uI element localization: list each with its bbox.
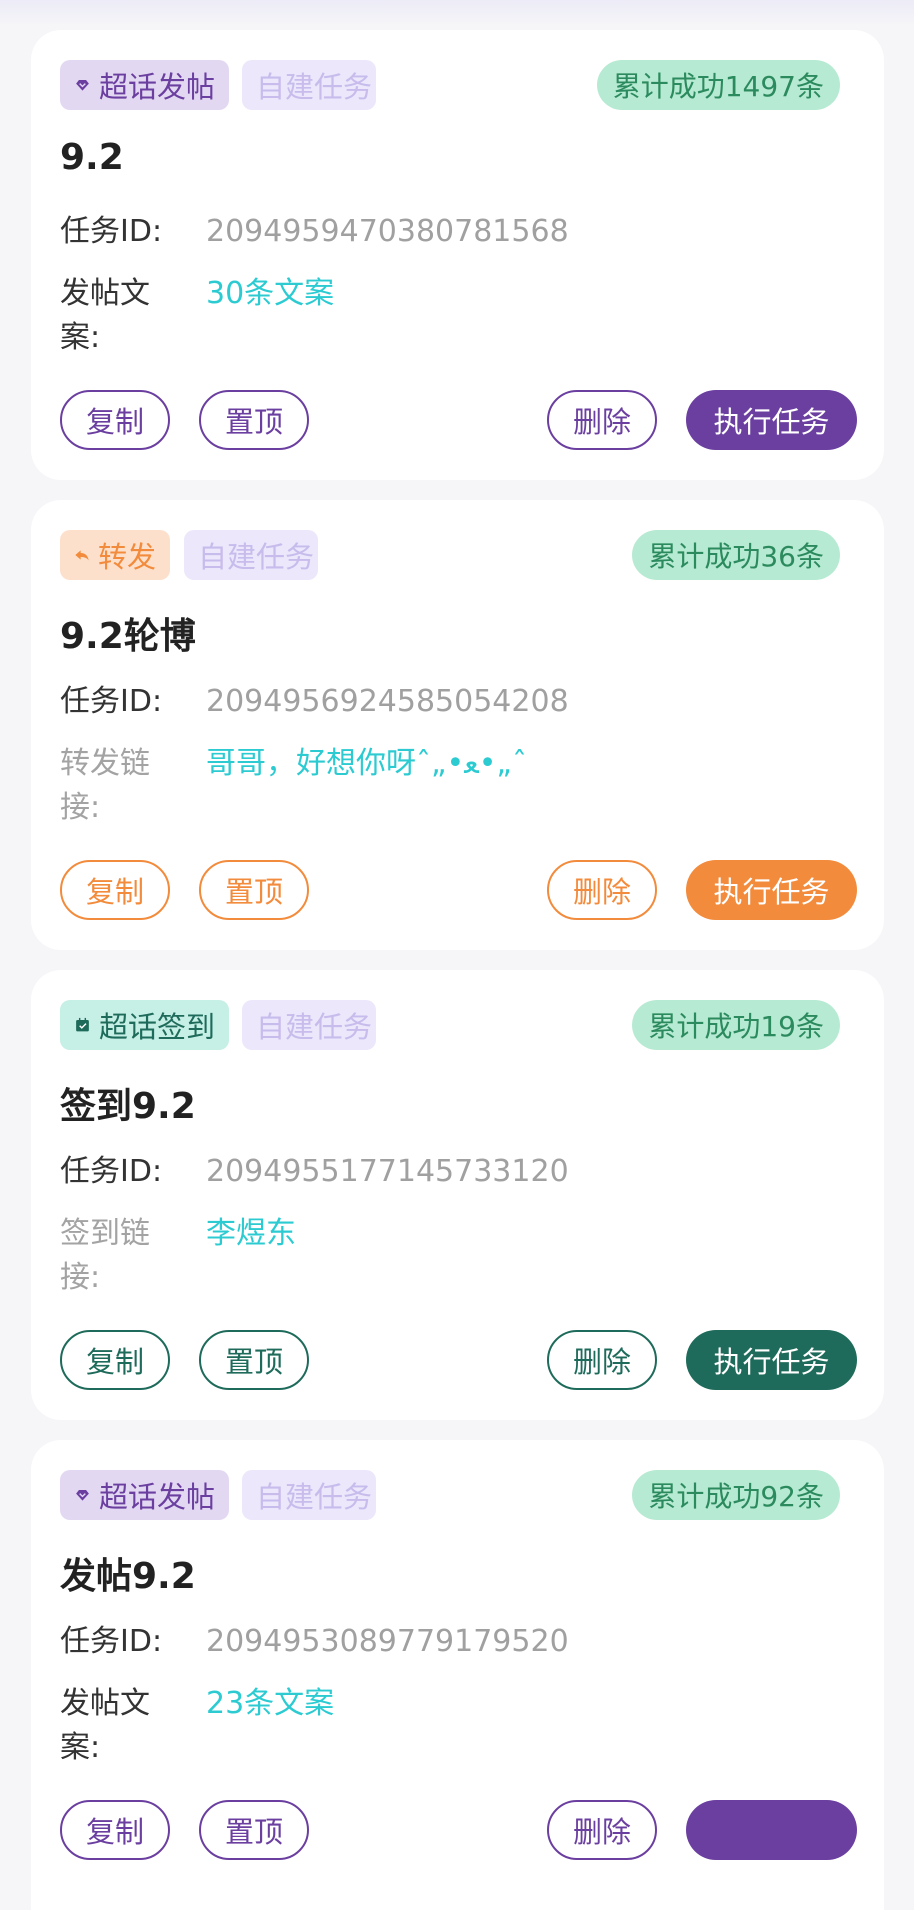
- pin-button[interactable]: 置顶: [199, 1800, 309, 1860]
- self-built-badge: 自建任务: [242, 60, 376, 110]
- copy-button[interactable]: 复制: [60, 860, 170, 920]
- repost-link[interactable]: 哥哥，好想你呀ˆ„•ﻌ•„ˆ: [206, 742, 527, 786]
- content-label: 发帖文案:: [60, 276, 150, 355]
- task-id-label: 任务ID:: [60, 684, 163, 719]
- pin-button[interactable]: 置顶: [199, 1330, 309, 1390]
- task-title: 签到9.2: [60, 1086, 196, 1127]
- task-id-value: 2094956924585054208: [206, 684, 569, 719]
- delete-button[interactable]: 删除: [547, 860, 657, 920]
- content-label: 发帖文案:: [60, 1686, 150, 1765]
- calendar-check-icon: [76, 1017, 89, 1032]
- repost-link-label: 转发链接:: [60, 746, 150, 825]
- task-card[interactable]: 转发 自建任务 累计成功36条 9.2轮博 任务ID: 209495692458…: [31, 500, 884, 950]
- task-type-badge: 超话发帖: [60, 60, 229, 110]
- task-title: 9.2轮博: [60, 616, 196, 657]
- diamond-icon: [76, 80, 89, 91]
- reply-arrow-icon: [75, 550, 89, 561]
- checkin-link-label: 签到链接:: [60, 1216, 150, 1295]
- task-id-value: 2094959470380781568: [206, 214, 569, 249]
- task-type-label: 超话发帖: [98, 1480, 215, 1514]
- self-built-badge: 自建任务: [242, 1470, 376, 1520]
- success-count-badge: 累计成功1497条: [596, 60, 840, 110]
- task-type-badge: 超话签到: [60, 1000, 229, 1050]
- task-id-value: 2094955177145733120: [206, 1154, 569, 1189]
- pin-button[interactable]: 置顶: [199, 390, 309, 450]
- task-card[interactable]: 超话签到 自建任务 累计成功19条 签到9.2 任务ID: 2094955177…: [31, 970, 884, 1420]
- diamond-icon: [76, 1490, 89, 1501]
- copy-button[interactable]: 复制: [60, 1330, 170, 1390]
- success-count-badge: 累计成功92条: [632, 1470, 840, 1520]
- success-count-badge: 累计成功36条: [632, 530, 840, 580]
- self-built-badge: 自建任务: [242, 1000, 376, 1050]
- task-title: 9.2: [60, 137, 124, 178]
- task-card[interactable]: 超话发帖 自建任务 累计成功1497条 9.2 任务ID: 2094959470…: [31, 30, 884, 480]
- copy-button[interactable]: 复制: [60, 1800, 170, 1860]
- task-type-label: 超话签到: [98, 1010, 215, 1044]
- pin-button[interactable]: 置顶: [199, 860, 309, 920]
- task-card[interactable]: 超话发帖 自建任务 累计成功92条 发帖9.2 任务ID: 2094953089…: [31, 1440, 884, 1910]
- task-type-badge: 超话发帖: [60, 1470, 229, 1520]
- task-type-label: 转发: [97, 540, 156, 574]
- checkin-link[interactable]: 李煜东: [206, 1212, 296, 1256]
- task-id-label: 任务ID:: [60, 214, 163, 249]
- delete-button[interactable]: 删除: [547, 1800, 657, 1860]
- success-count-badge: 累计成功19条: [632, 1000, 840, 1050]
- content-link[interactable]: 23条文案: [206, 1682, 334, 1726]
- self-built-badge: 自建任务: [184, 530, 318, 580]
- content-link[interactable]: 30条文案: [206, 272, 334, 316]
- delete-button[interactable]: 删除: [547, 390, 657, 450]
- copy-button[interactable]: 复制: [60, 390, 170, 450]
- task-type-label: 超话发帖: [98, 70, 215, 104]
- task-type-badge: 转发: [60, 530, 170, 580]
- task-title: 发帖9.2: [60, 1556, 196, 1597]
- execute-task-button[interactable]: 执行任务: [686, 1330, 857, 1390]
- task-id-label: 任务ID:: [60, 1624, 163, 1659]
- execute-task-button[interactable]: 执行任务: [686, 390, 857, 450]
- execute-task-button[interactable]: 执行任务: [686, 860, 857, 920]
- task-id-value: 2094953089779179520: [206, 1624, 569, 1659]
- execute-task-button[interactable]: [686, 1800, 857, 1860]
- task-id-label: 任务ID:: [60, 1154, 163, 1189]
- top-fade: [0, 0, 914, 26]
- delete-button[interactable]: 删除: [547, 1330, 657, 1390]
